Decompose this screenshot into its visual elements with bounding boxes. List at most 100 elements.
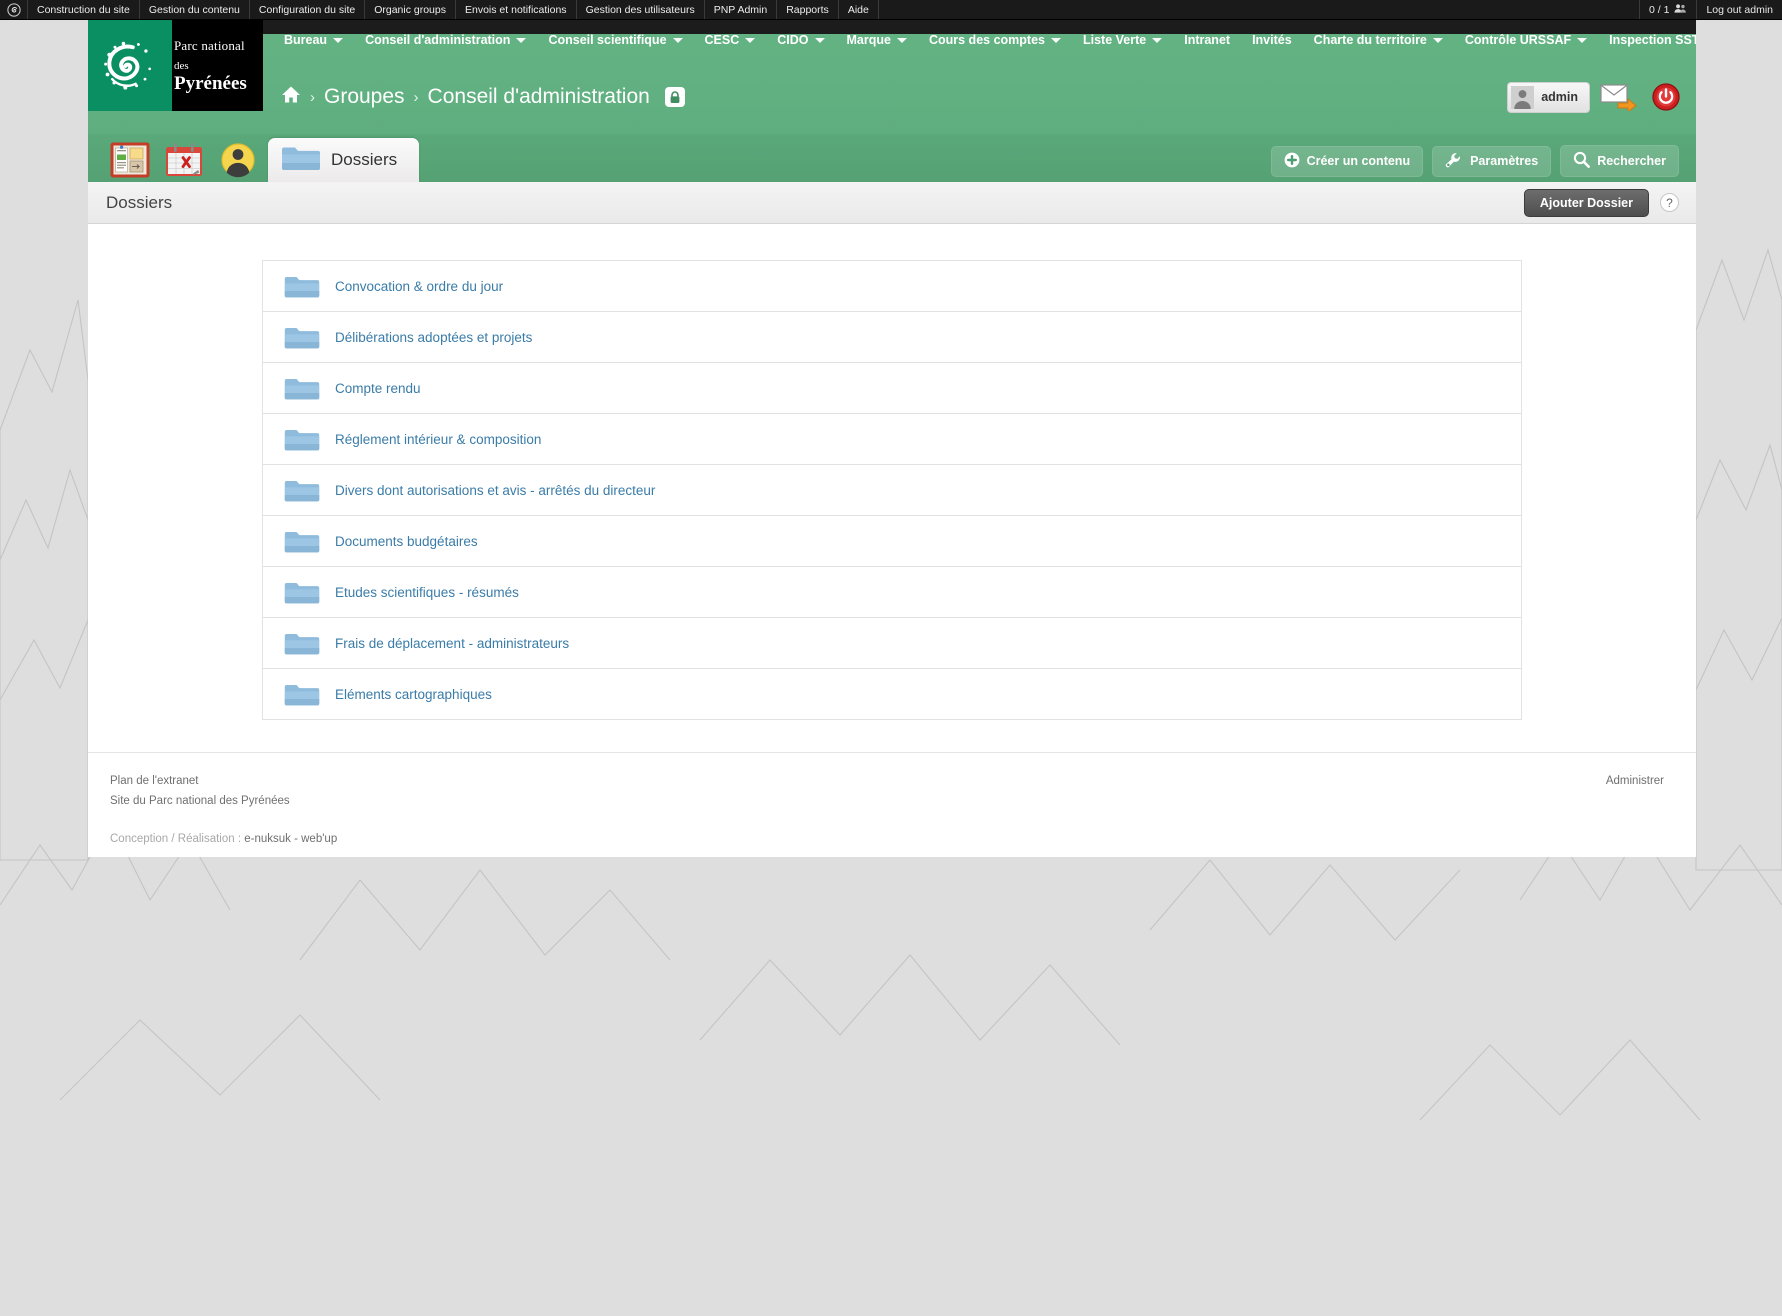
folder-link[interactable]: Compte rendu <box>335 381 421 396</box>
bulletin-board-icon[interactable] <box>106 138 154 182</box>
footer-link-site[interactable]: Site du Parc national des Pyrénées <box>110 795 1676 807</box>
credits-names[interactable]: e-nuksuk - web'up <box>244 833 337 845</box>
toolbar-item-aide[interactable]: Aide <box>839 0 879 19</box>
nav-item-cours-des-comptes[interactable]: Cours des comptes <box>918 20 1072 60</box>
footer-admin-link[interactable]: Administrer <box>1606 775 1664 787</box>
chevron-down-icon <box>896 37 907 43</box>
logo-line-2: des Pyrénées <box>174 54 263 94</box>
help-button[interactable]: ? <box>1660 193 1679 212</box>
nav-item-inspection-sst[interactable]: Inspection SST <box>1598 20 1696 60</box>
nav-item-marque[interactable]: Marque <box>836 20 918 60</box>
nav-item-bureau[interactable]: Bureau <box>273 20 354 60</box>
folder-row[interactable]: Convocation & ordre du jour <box>263 261 1521 312</box>
breadcrumb-item-groupes[interactable]: Groupes <box>324 85 405 109</box>
folder-link[interactable]: Etudes scientifiques - résumés <box>335 585 519 600</box>
search-label: Rechercher <box>1597 154 1666 168</box>
folder-link[interactable]: Divers dont autorisations et avis - arrê… <box>335 483 655 498</box>
credits-prefix: Conception / Réalisation : <box>110 833 245 845</box>
page-content: Convocation & ordre du jour Délibération… <box>88 224 1696 720</box>
create-content-button[interactable]: Créer un contenu <box>1270 145 1424 177</box>
toolbar-user-count[interactable]: 0 / 1 <box>1639 0 1696 19</box>
admin-toolbar: Construction du site Gestion du contenu … <box>0 0 1782 20</box>
toolbar-item-pnp-admin[interactable]: PNP Admin <box>705 0 778 19</box>
nav-label: Invités <box>1252 33 1292 47</box>
tab-dossiers[interactable]: Dossiers <box>268 138 420 182</box>
toolbar-item-organic-groups[interactable]: Organic groups <box>365 0 456 19</box>
user-count-label: 0 / 1 <box>1649 3 1670 16</box>
nav-item-charte-du-territoire[interactable]: Charte du territoire <box>1303 20 1454 60</box>
folder-link[interactable]: Documents budgétaires <box>335 534 478 549</box>
folder-row[interactable]: Documents budgétaires <box>263 516 1521 567</box>
nav-item-liste-verte[interactable]: Liste Verte <box>1072 20 1173 60</box>
site-logo[interactable]: Parc national des Pyrénées <box>88 20 263 111</box>
breadcrumb-item-conseil-administration[interactable]: Conseil d'administration <box>428 85 650 109</box>
folder-link[interactable]: Convocation & ordre du jour <box>335 279 503 294</box>
folder-icon <box>283 425 335 454</box>
folder-row[interactable]: Réglement intérieur & composition <box>263 414 1521 465</box>
nav-item-cesc[interactable]: CESC <box>694 20 767 60</box>
nav-item-conseil-administration[interactable]: Conseil d'administration <box>354 20 537 60</box>
nav-item-intranet[interactable]: Intranet <box>1173 20 1241 60</box>
footer-link-plan[interactable]: Plan de l'extranet <box>110 775 1676 787</box>
folder-row[interactable]: Eléments cartographiques <box>263 669 1521 720</box>
nav-item-conseil-scientifique[interactable]: Conseil scientifique <box>537 20 693 60</box>
username-label: admin <box>1541 90 1578 104</box>
nav-item-controle-urssaf[interactable]: Contrôle URSSAF <box>1454 20 1598 60</box>
spiral-logo-icon[interactable] <box>0 0 28 19</box>
user-chip[interactable]: admin <box>1507 81 1590 113</box>
create-content-label: Créer un contenu <box>1306 154 1411 168</box>
nav-label: Cours des comptes <box>928 33 1045 47</box>
toolbar-item-rapports[interactable]: Rapports <box>777 0 839 19</box>
power-off-icon[interactable] <box>1652 83 1680 111</box>
chevron-down-icon <box>1050 37 1061 43</box>
folder-row[interactable]: Délibérations adoptées et projets <box>263 312 1521 363</box>
toolbar-item-label: PNP Admin <box>713 3 768 16</box>
settings-button[interactable]: Paramètres <box>1432 145 1552 177</box>
logout-label: Log out admin <box>1706 3 1773 16</box>
folder-row[interactable]: Frais de déplacement - administrateurs <box>263 618 1521 669</box>
page-title-actions: Ajouter Dossier ? <box>1523 188 1679 217</box>
logo-line-2-small: des <box>174 59 189 72</box>
folder-icon <box>283 272 335 301</box>
folder-icon <box>283 374 335 403</box>
toolbar-item-configuration[interactable]: Configuration du site <box>250 0 366 19</box>
toolbar-item-label: Rapports <box>786 3 829 16</box>
nav-item-cido[interactable]: CIDO <box>766 20 835 60</box>
folder-link[interactable]: Eléments cartographiques <box>335 687 492 702</box>
toolbar-item-envois[interactable]: Envois et notifications <box>456 0 577 19</box>
folder-link[interactable]: Réglement intérieur & composition <box>335 432 541 447</box>
user-area: admin <box>1507 81 1680 113</box>
search-button[interactable]: Rechercher <box>1560 145 1679 177</box>
logout-button[interactable]: Log out admin <box>1696 0 1782 19</box>
calendar-icon[interactable] <box>160 138 208 182</box>
footer-credits: Conception / Réalisation : e-nuksuk - we… <box>110 833 1676 845</box>
nav-item-invites[interactable]: Invités <box>1241 20 1303 60</box>
mail-forward-icon[interactable] <box>1600 83 1642 111</box>
toolbar-item-label: Construction du site <box>37 3 130 16</box>
member-icon[interactable] <box>214 138 262 182</box>
folder-row[interactable]: Etudes scientifiques - résumés <box>263 567 1521 618</box>
folder-row[interactable]: Divers dont autorisations et avis - arrê… <box>263 465 1521 516</box>
folder-icon <box>283 578 335 607</box>
chevron-down-icon <box>745 37 756 43</box>
add-folder-button[interactable]: Ajouter Dossier <box>1523 188 1649 217</box>
folder-icon <box>283 629 335 658</box>
nav-label: Conseil d'administration <box>365 33 511 47</box>
folder-link[interactable]: Frais de déplacement - administrateurs <box>335 636 569 651</box>
toolbar-item-label: Envois et notifications <box>465 3 567 16</box>
folder-list: Convocation & ordre du jour Délibération… <box>262 260 1522 720</box>
tab-dossiers-label: Dossiers <box>331 150 398 169</box>
toolbar-item-gestion-utilisateurs[interactable]: Gestion des utilisateurs <box>577 0 705 19</box>
site-page: Parc national des Pyrénées Bureau Consei… <box>88 20 1696 857</box>
nav-label: Bureau <box>284 33 328 47</box>
wrench-icon <box>1445 152 1463 171</box>
logo-wordmark: Parc national des Pyrénées <box>172 20 263 111</box>
nav-label: CIDO <box>777 33 809 47</box>
home-icon[interactable] <box>281 85 301 110</box>
folder-link[interactable]: Délibérations adoptées et projets <box>335 330 532 345</box>
toolbar-item-gestion-contenu[interactable]: Gestion du contenu <box>140 0 250 19</box>
toolbar-item-construction[interactable]: Construction du site <box>28 0 140 19</box>
chevron-down-icon <box>333 37 344 43</box>
folder-row[interactable]: Compte rendu <box>263 363 1521 414</box>
main-navigation-items: Bureau Conseil d'administration Conseil … <box>273 20 1696 60</box>
